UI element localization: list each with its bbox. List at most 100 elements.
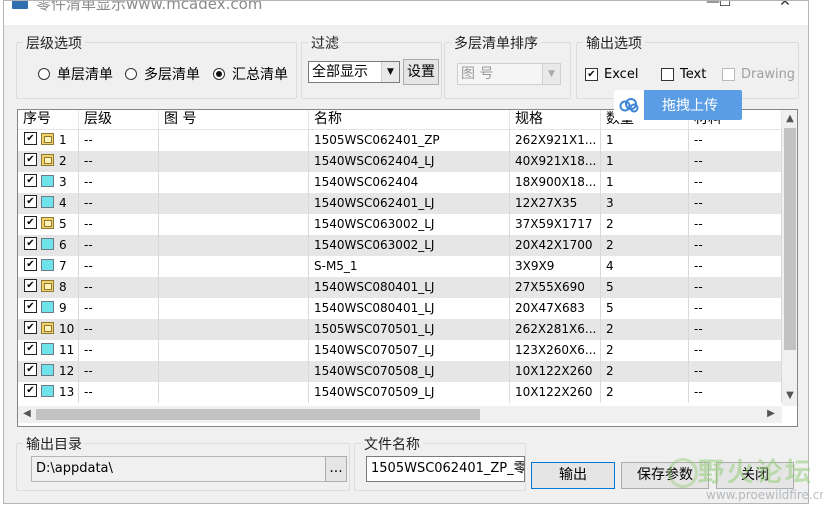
row-number-cell: ✔ 8 [18,277,79,298]
output-button[interactable]: 输出 [531,462,615,489]
cell-drawing [159,382,309,403]
scroll-right-icon[interactable]: ▶ [763,406,779,422]
level-options-title: 层级选项 [23,33,85,53]
table-row[interactable]: ✔ 1 -- 1505WSC062401_ZP 262X921X1... 1 -- [18,130,782,151]
row-checkbox[interactable]: ✔ [24,384,37,397]
cell-name: 1540WSC063002_LJ [309,235,510,256]
sort-title: 多层清单排序 [451,33,541,53]
cell-level: -- [79,235,159,256]
row-checkbox[interactable]: ✔ [24,153,37,166]
column-header-level[interactable]: 层级 [79,110,159,130]
sort-select[interactable]: 图 号 ▼ [457,63,561,85]
browse-button[interactable]: ... [325,456,347,482]
scroll-up-icon[interactable]: ▲ [782,111,797,127]
output-dir-group: 输出目录 D:\appdata\ ... [16,434,350,491]
drag-upload-label: 拖拽上传 [662,98,718,114]
checkbox-label: Excel [604,67,639,82]
part-icon [41,259,54,271]
cell-name: 1505WSC062401_ZP [309,130,510,151]
row-number: 10 [59,322,75,336]
row-number-cell: ✔ 11 [18,340,79,361]
filter-value: 全部显示 [312,64,368,80]
vertical-scrollbar[interactable]: ▲ ▼ [782,110,797,406]
table-row[interactable]: ✔ 10 -- 1505WSC070501_LJ 262X281X6... 2 -- [18,319,782,340]
filter-select[interactable]: 全部显示 ▼ [308,61,400,83]
checkbox-label: Drawing [741,67,796,82]
column-header-name[interactable]: 名称 [309,110,510,130]
cell-name: 1540WSC070507_LJ [309,340,510,361]
table-row[interactable]: ✔ 3 -- 1540WSC062404 18X900X18... 1 -- [18,172,782,193]
row-checkbox[interactable]: ✔ [24,132,37,145]
vertical-scroll-thumb[interactable] [784,128,796,350]
filter-settings-button[interactable]: 设置 [403,59,439,85]
checkbox-excel[interactable]: ✔ Excel [585,67,638,82]
row-number-cell: ✔ 3 [18,172,79,193]
row-checkbox[interactable]: ✔ [24,321,37,334]
row-checkbox[interactable]: ✔ [24,300,37,313]
table-row[interactable]: ✔ 6 -- 1540WSC063002_LJ 20X42X1700 2 -- [18,235,782,256]
part-icon [41,175,54,187]
cell-spec: 3X9X9 [510,256,601,277]
row-checkbox[interactable]: ✔ [24,363,37,376]
table-row[interactable]: ✔ 4 -- 1540WSC062401_LJ 12X27X35 3 -- [18,193,782,214]
column-header-drawing[interactable]: 图 号 [159,110,309,130]
radio-single-level[interactable]: 单层清单 [38,64,113,84]
cell-level: -- [79,298,159,319]
radio-summary[interactable]: 汇总清单 [213,64,288,84]
cell-spec: 10X122X260 [510,382,601,403]
file-name-title: 文件名称 [361,434,423,454]
table-row[interactable]: ✔ 8 -- 1540WSC080401_LJ 27X55X690 5 -- [18,277,782,298]
part-icon [41,196,54,208]
table-row[interactable]: ✔ 7 -- S-M5_1 3X9X9 4 -- [18,256,782,277]
output-dir-title: 输出目录 [23,434,85,454]
table-row[interactable]: ✔ 13 -- 1540WSC070509_LJ 10X122X260 2 -- [18,382,782,403]
output-dir-field[interactable]: D:\appdata\ [31,456,327,482]
parts-table: 序号 层级 图 号 名称 规格 数量 材料 ✔1--1505WSC062401_… [17,109,798,427]
checkbox-label: Text [680,67,707,82]
file-name-field[interactable]: 1505WSC062401_ZP_零件E [366,456,525,482]
table-row[interactable]: ✔ 11 -- 1540WSC070507_LJ 123X260X6... 2 -- [18,340,782,361]
checkbox-drawing[interactable]: Drawing [722,67,795,82]
cell-qty: 2 [601,382,689,403]
part-icon [41,343,54,355]
radio-label: 汇总清单 [232,67,288,83]
sort-group: 多层清单排序 图 号 ▼ [444,33,571,99]
radio-multi-level[interactable]: 多层清单 [125,64,200,84]
close-window-button[interactable]: ✕ [770,1,800,11]
row-checkbox[interactable]: ✔ [24,195,37,208]
table-row[interactable]: ✔ 9 -- 1540WSC080401_LJ 20X47X683 5 -- [18,298,782,319]
watermark-text: 野火论坛 [698,458,815,488]
horizontal-scroll-thumb[interactable] [36,409,480,420]
horizontal-scrollbar[interactable]: ◀ ▶ [18,406,782,423]
row-checkbox[interactable]: ✔ [24,279,37,292]
cell-spec: 262X921X1... [510,130,601,151]
table-row[interactable]: ✔ 5 -- 1540WSC063002_LJ 37X59X1717 2 -- [18,214,782,235]
maximize-button[interactable]: ☐ [710,1,740,11]
row-number: 11 [59,343,75,357]
scroll-left-icon[interactable]: ◀ [19,406,35,422]
cell-drawing [159,151,309,172]
cell-spec: 37X59X1717 [510,214,601,235]
cell-spec: 262X281X6... [510,319,601,340]
table-body: ✔ 1 -- 1505WSC062401_ZP 262X921X1... 1 -- ✔ 2 -- 1… [18,130,782,405]
cell-material: -- [689,172,782,193]
column-header-spec[interactable]: 规格 [510,110,601,130]
row-checkbox[interactable]: ✔ [24,216,37,229]
cell-level: -- [79,277,159,298]
cell-drawing [159,361,309,382]
table-row[interactable]: ✔ 2 -- 1540WSC062404_LJ 40X921X18... 1 -- [18,151,782,172]
checkbox-text[interactable]: Text [661,67,706,82]
row-number: 9 [59,301,67,315]
table-row[interactable]: ✔ 12 -- 1540WSC070508_LJ 10X122X260 2 -- [18,361,782,382]
column-header-no[interactable]: 序号 [18,110,79,130]
row-number-cell: ✔ 4 [18,193,79,214]
row-checkbox[interactable]: ✔ [24,237,37,250]
cell-level: -- [79,382,159,403]
row-checkbox[interactable]: ✔ [24,342,37,355]
scroll-down-icon[interactable]: ▼ [782,388,797,404]
cell-level: -- [79,172,159,193]
row-checkbox[interactable]: ✔ [24,258,37,271]
drag-upload-badge[interactable]: 拖拽上传 [614,90,742,120]
row-checkbox[interactable]: ✔ [24,174,37,187]
title-bar[interactable]: 零件清单显示www.mcadex.com — ☐ ✕ [4,1,808,25]
